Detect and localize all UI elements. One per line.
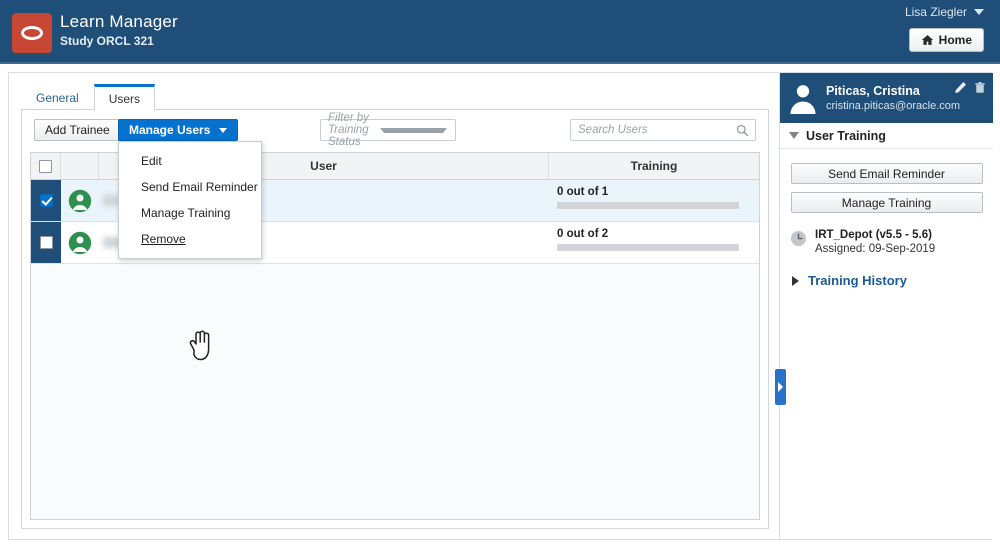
menu-item-remove[interactable]: Remove: [119, 226, 261, 252]
menu-item-send-email-reminder[interactable]: Send Email Reminder: [119, 174, 261, 200]
home-button-label: Home: [938, 33, 972, 47]
row-training-cell: 0 out of 2: [549, 222, 759, 263]
sidebar-person-email: cristina.piticas@oracle.com: [826, 100, 961, 112]
menu-item-remove-label: Remove: [141, 232, 186, 246]
manage-users-button[interactable]: Manage Users: [118, 119, 239, 141]
sidebar-header-actions: [954, 81, 986, 94]
sidebar-header: Piticas, Cristina cristina.piticas@oracl…: [780, 73, 993, 123]
add-trainee-button[interactable]: Add Trainee: [34, 119, 121, 141]
user-training-section-label: User Training: [806, 128, 886, 143]
users-tab-panel: Add Trainee Manage Users Filter by Train…: [21, 109, 769, 529]
tab-strip: General Users: [21, 83, 156, 111]
user-menu-label: Lisa Ziegler: [904, 5, 967, 19]
user-menu[interactable]: Lisa Ziegler: [905, 5, 984, 19]
add-trainee-label: Add Trainee: [45, 123, 110, 137]
avatar-column-header: [61, 153, 99, 179]
training-history-label: Training History: [808, 273, 907, 288]
manage-users-dropdown-menu[interactable]: Edit Send Email Reminder Manage Training…: [118, 141, 262, 259]
triangle-down-icon: [789, 132, 799, 139]
row-select-cell[interactable]: [31, 180, 61, 221]
menu-item-edit[interactable]: Edit: [119, 148, 261, 174]
chevron-right-icon: [778, 382, 783, 392]
mouse-cursor-pointer-icon: [189, 330, 210, 361]
search-users-placeholder: Search Users: [578, 124, 648, 136]
chevron-down-icon: [380, 127, 447, 133]
training-item-assigned-date: Assigned: 09-Sep-2019: [815, 243, 936, 255]
progress-label: 0 out of 1: [557, 186, 609, 198]
tab-general[interactable]: General: [21, 84, 94, 111]
menu-item-send-email-reminder-label: Send Email Reminder: [141, 180, 258, 194]
user-detail-sidebar: Piticas, Cristina cristina.piticas@oracl…: [779, 73, 993, 539]
menu-item-manage-training-label: Manage Training: [141, 206, 231, 220]
sidebar-collapse-handle[interactable]: [775, 369, 786, 405]
clock-icon: [790, 230, 807, 247]
training-status-filter[interactable]: Filter by Training Status: [320, 112, 456, 148]
row-avatar-cell: [61, 222, 99, 263]
triangle-right-icon: [792, 275, 799, 286]
row-select-cell[interactable]: [31, 222, 61, 263]
progress-label: 0 out of 2: [557, 228, 609, 240]
select-all-cell[interactable]: [31, 153, 61, 179]
content-frame: General Users Add Trainee Manage Users F…: [8, 72, 993, 540]
chevron-down-icon: [974, 9, 984, 15]
oracle-logo-oval: [21, 26, 43, 40]
training-item-title: IRT_Depot (v5.5 - 5.6): [815, 229, 932, 241]
tab-general-label: General: [36, 91, 79, 105]
app-subtitle: Study ORCL 321: [60, 34, 154, 48]
home-button[interactable]: Home: [908, 28, 984, 52]
home-icon: [921, 35, 933, 45]
tab-users[interactable]: Users: [93, 84, 156, 111]
training-history-toggle[interactable]: Training History: [792, 273, 993, 288]
training-column-header: Training: [630, 159, 678, 173]
app-title: Learn Manager: [60, 12, 178, 31]
manage-users-label: Manage Users: [129, 123, 211, 137]
search-users-input[interactable]: Search Users: [570, 119, 756, 141]
training-item: IRT_Depot (v5.5 - 5.6) Assigned: 09-Sep-…: [790, 229, 993, 255]
user-training-section-header[interactable]: User Training: [780, 123, 993, 149]
user-avatar-icon: [68, 231, 92, 254]
sidebar-person-name: Piticas, Cristina: [826, 84, 920, 98]
progress-bar: [557, 202, 739, 209]
user-avatar-icon: [68, 189, 92, 212]
send-email-reminder-button[interactable]: Send Email Reminder: [790, 163, 983, 184]
chevron-down-icon: [219, 127, 228, 133]
oracle-logo-icon: [12, 13, 52, 53]
row-checkbox[interactable]: [39, 236, 53, 249]
trash-icon[interactable]: [974, 81, 986, 94]
menu-item-manage-training[interactable]: Manage Training: [119, 200, 261, 226]
row-training-cell: 0 out of 1: [549, 180, 759, 221]
row-checkbox[interactable]: [39, 194, 53, 207]
tab-users-label: Users: [108, 92, 141, 106]
menu-item-edit-label: Edit: [141, 154, 162, 168]
progress-bar: [557, 244, 739, 251]
app-header: Learn Manager Study ORCL 321 Lisa Ziegle…: [0, 0, 1000, 64]
row-avatar-cell: [61, 180, 99, 221]
select-all-checkbox[interactable]: [39, 159, 52, 173]
pencil-icon[interactable]: [954, 81, 967, 94]
user-avatar-icon: [790, 85, 816, 114]
manage-training-button[interactable]: Manage Training: [790, 192, 983, 213]
training-status-filter-placeholder: Filter by Training Status: [328, 112, 369, 148]
search-icon[interactable]: [736, 124, 749, 137]
